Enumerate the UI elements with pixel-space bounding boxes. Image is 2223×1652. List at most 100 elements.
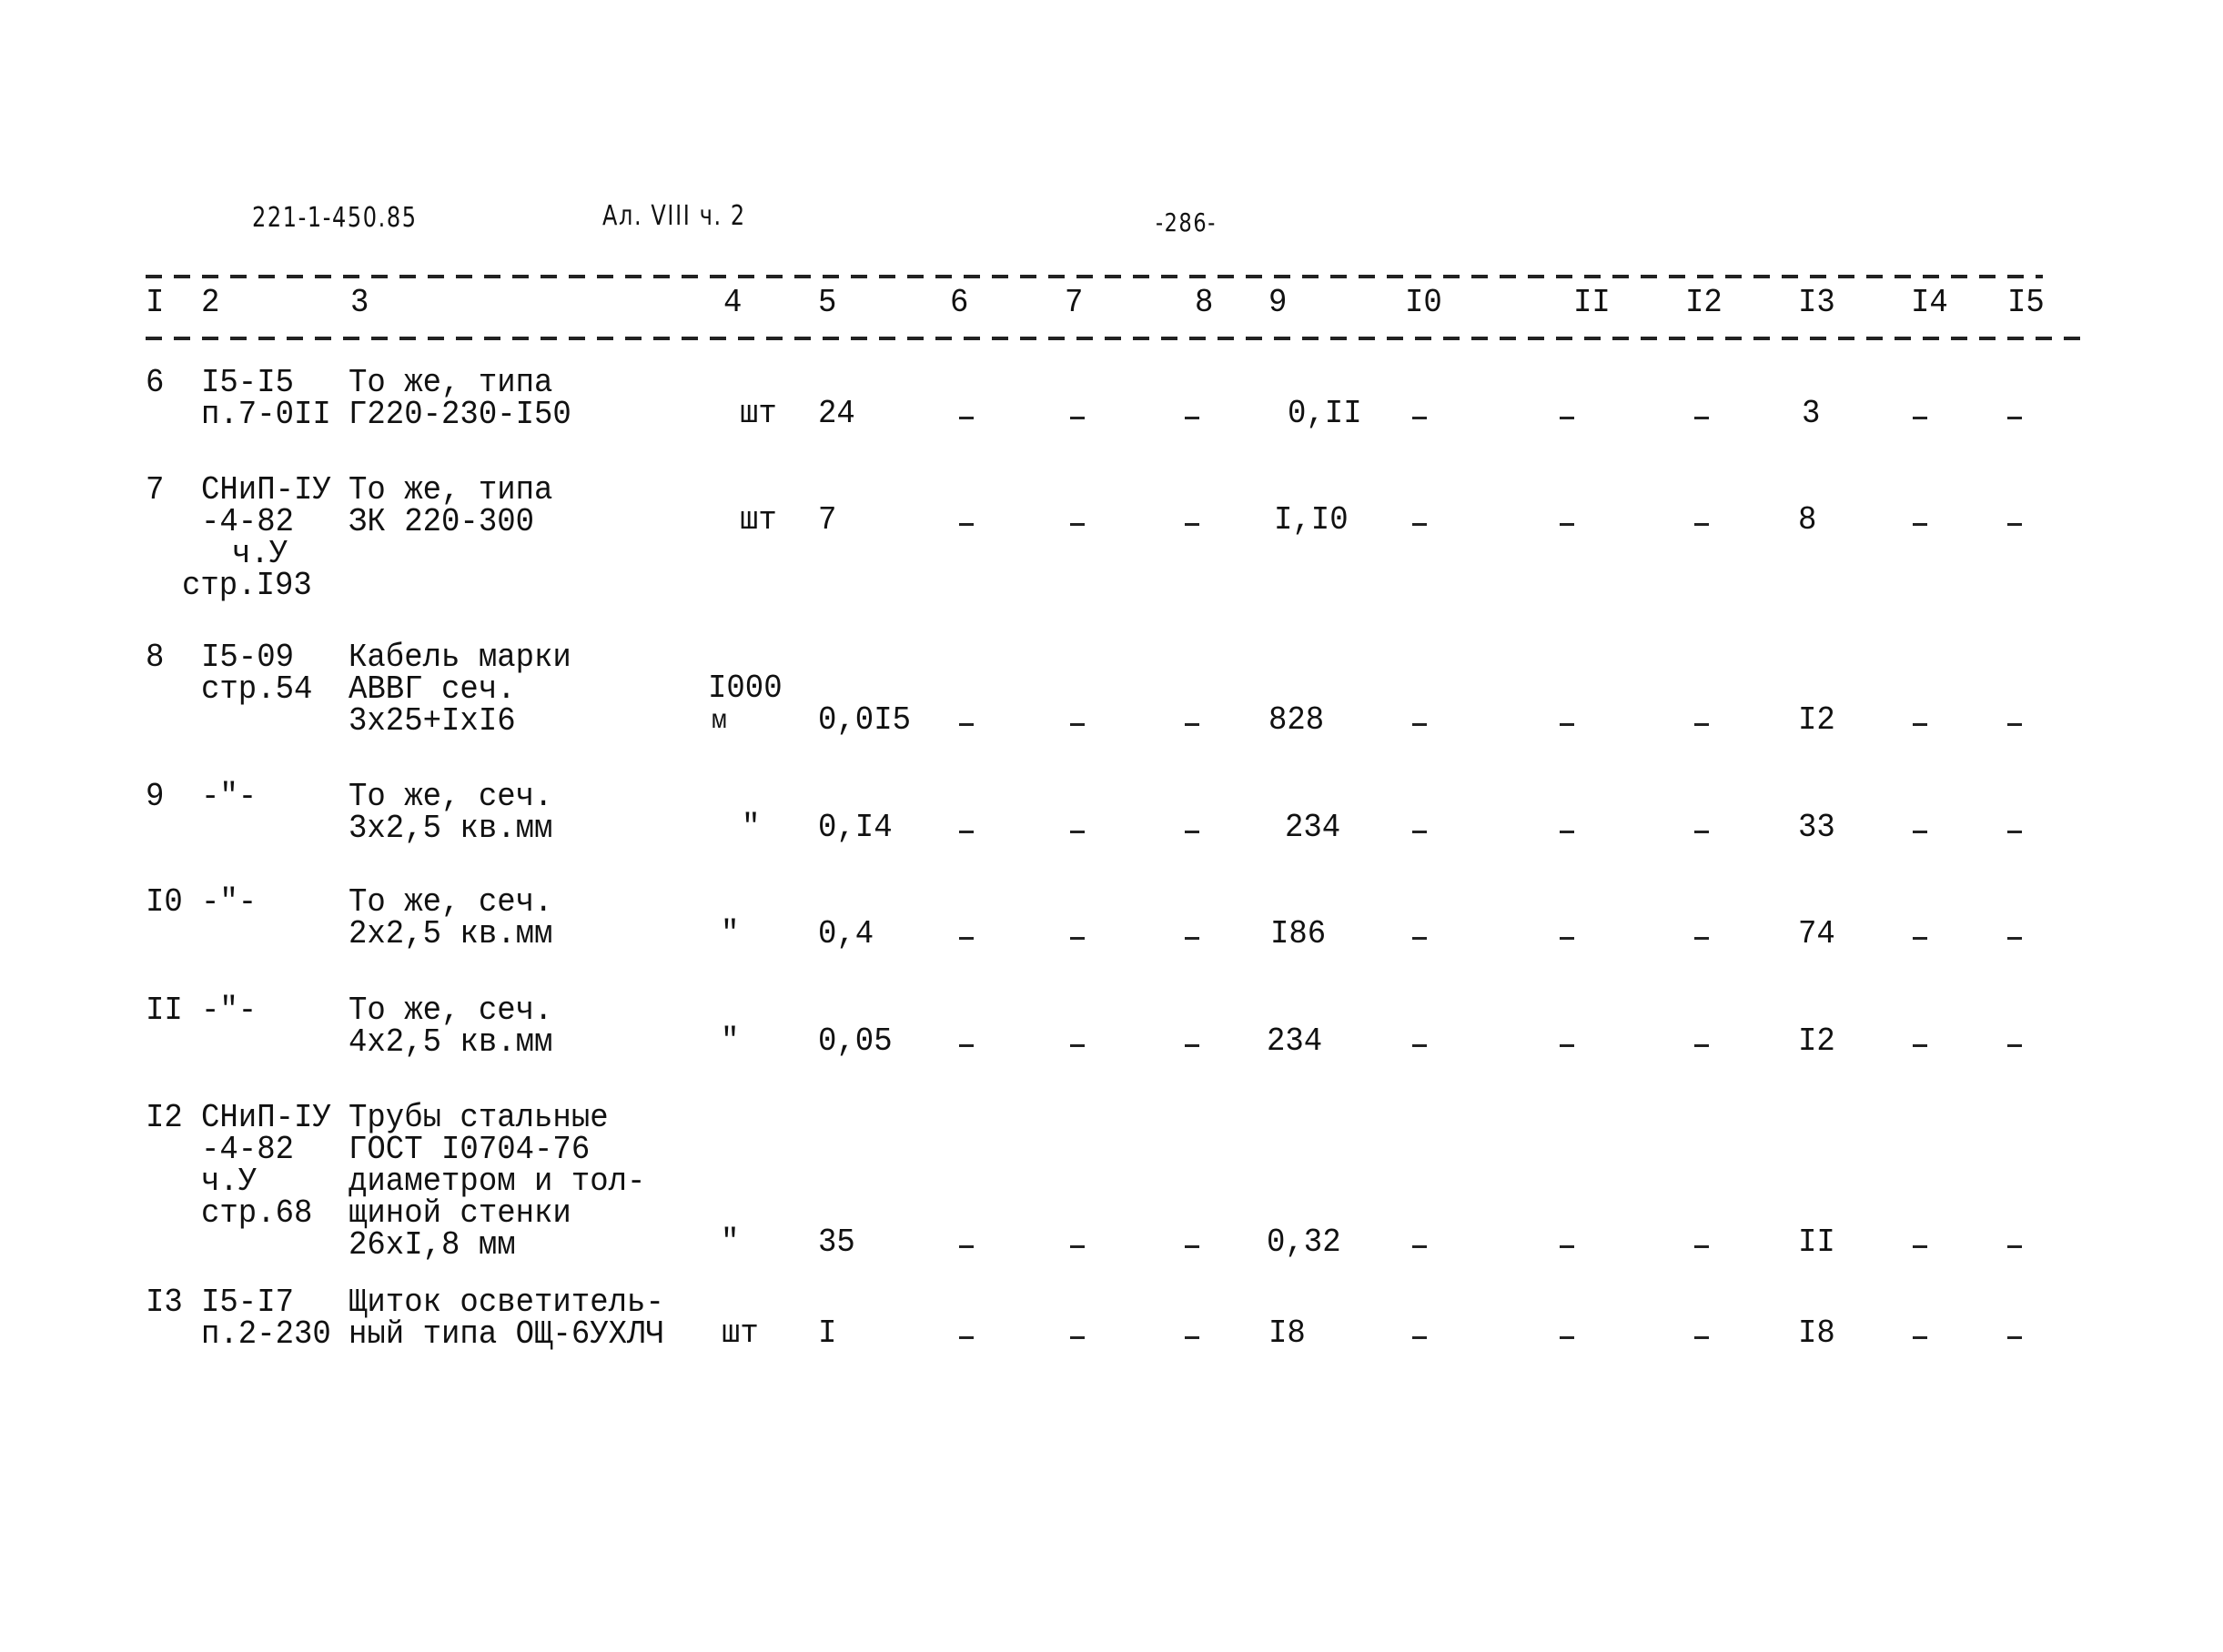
row-number: I0 — [146, 884, 183, 922]
row-number: I3 — [146, 1284, 183, 1322]
value-col-9: I,I0 — [1274, 502, 1349, 539]
empty-cell-dash — [1185, 831, 1199, 833]
empty-cell-dash — [1694, 1245, 1709, 1248]
row-number: I2 — [146, 1100, 183, 1137]
empty-cell-dash — [1070, 723, 1085, 726]
empty-cell-dash — [1560, 831, 1574, 833]
empty-cell-dash — [1185, 937, 1199, 940]
item-name: 3х2,5 кв.мм — [349, 811, 553, 848]
normative-reference: I5-I7 — [201, 1284, 295, 1322]
row-number: 8 — [146, 640, 165, 677]
normative-reference: -4-82 — [201, 1132, 295, 1169]
empty-cell-dash — [1694, 1336, 1709, 1339]
empty-cell-dash — [1560, 523, 1574, 526]
empty-cell-dash — [2007, 417, 2022, 419]
empty-cell-dash — [1070, 523, 1085, 526]
empty-cell-dash — [959, 523, 974, 526]
normative-reference: I5-09 — [201, 640, 295, 677]
empty-cell-dash — [1070, 831, 1085, 833]
empty-cell-dash — [1412, 937, 1427, 940]
value-col-5: I — [818, 1315, 837, 1353]
value-col-5: 0,0I5 — [818, 702, 912, 740]
page-number: -286- — [1156, 207, 1217, 237]
row-number: 6 — [146, 365, 165, 402]
value-col-5: 0,4 — [818, 916, 874, 953]
item-name: То же, типа — [349, 472, 553, 509]
item-name: То же, сеч. — [349, 884, 553, 922]
item-name: 2х2,5 кв.мм — [349, 916, 553, 953]
item-name: ЗК 220-300 — [349, 504, 535, 541]
empty-cell-dash — [959, 937, 974, 940]
normative-reference: п.7-0II — [201, 397, 331, 434]
col-header-9: 9 — [1268, 285, 1288, 322]
normative-reference: п.2-230 — [201, 1316, 331, 1354]
value-col-5: 7 — [818, 502, 837, 539]
item-name: диаметром и тол- — [349, 1163, 646, 1201]
empty-cell-dash — [1185, 417, 1199, 419]
empty-cell-dash — [2007, 723, 2022, 726]
empty-cell-dash — [1694, 937, 1709, 940]
unit-of-measure: " — [721, 1023, 740, 1061]
empty-cell-dash — [2007, 1245, 2022, 1248]
item-name: То же, сеч. — [349, 779, 553, 816]
normative-reference: ч.У — [232, 536, 288, 573]
empty-cell-dash — [1913, 831, 1927, 833]
col-header-1: I — [146, 285, 165, 322]
empty-cell-dash — [2007, 1336, 2022, 1339]
empty-cell-dash — [1412, 523, 1427, 526]
table-top-rule — [146, 275, 2043, 278]
col-header-12: I2 — [1685, 285, 1723, 322]
empty-cell-dash — [1694, 723, 1709, 726]
empty-cell-dash — [959, 1044, 974, 1047]
col-header-14: I4 — [1911, 285, 1948, 322]
col-header-6: 6 — [950, 285, 969, 322]
normative-reference: -"- — [201, 779, 258, 816]
value-col-13: I2 — [1798, 702, 1835, 740]
empty-cell-dash — [1560, 1245, 1574, 1248]
empty-cell-dash — [1412, 1044, 1427, 1047]
empty-cell-dash — [1560, 1336, 1574, 1339]
col-header-5: 5 — [818, 285, 837, 322]
empty-cell-dash — [1070, 1245, 1085, 1248]
item-name: 26хI,8 мм — [349, 1227, 516, 1264]
normative-reference: СНиП-IУ — [201, 1100, 331, 1137]
empty-cell-dash — [1913, 417, 1927, 419]
empty-cell-dash — [1560, 1044, 1574, 1047]
item-name: ный типа ОЩ-6УХЛЧ — [349, 1316, 664, 1354]
value-col-13: 8 — [1798, 502, 1817, 539]
empty-cell-dash — [959, 1245, 974, 1248]
value-col-13: 3 — [1802, 396, 1821, 433]
empty-cell-dash — [1070, 937, 1085, 940]
normative-reference: I5-I5 — [201, 365, 295, 402]
item-name: ГОСТ I0704-76 — [349, 1132, 591, 1169]
value-col-13: II — [1798, 1224, 1835, 1262]
col-header-10: I0 — [1405, 285, 1442, 322]
col-header-11: II — [1573, 285, 1611, 322]
row-number: II — [146, 992, 183, 1030]
empty-cell-dash — [1694, 523, 1709, 526]
unit-of-measure: I000 — [708, 670, 783, 708]
col-header-2: 2 — [201, 285, 220, 322]
empty-cell-dash — [1412, 1245, 1427, 1248]
empty-cell-dash — [1560, 417, 1574, 419]
empty-cell-dash — [2007, 523, 2022, 526]
item-name: Кабель марки — [349, 640, 571, 677]
value-col-5: 0,05 — [818, 1023, 893, 1061]
unit-of-measure: шт — [740, 502, 777, 539]
item-name: Г220-230-I50 — [349, 397, 571, 434]
unit-of-measure: " — [721, 1224, 740, 1262]
empty-cell-dash — [1913, 1044, 1927, 1047]
empty-cell-dash — [1070, 1336, 1085, 1339]
value-col-9: 234 — [1285, 810, 1341, 847]
value-col-9: I86 — [1270, 916, 1327, 953]
value-col-13: 33 — [1798, 810, 1835, 847]
item-name: То же, типа — [349, 365, 553, 402]
empty-cell-dash — [1913, 523, 1927, 526]
empty-cell-dash — [1070, 417, 1085, 419]
unit-of-measure: " — [742, 810, 761, 847]
empty-cell-dash — [1185, 523, 1199, 526]
normative-reference: стр.68 — [201, 1195, 313, 1233]
empty-cell-dash — [959, 831, 974, 833]
empty-cell-dash — [1412, 1336, 1427, 1339]
col-header-3: 3 — [350, 285, 369, 322]
